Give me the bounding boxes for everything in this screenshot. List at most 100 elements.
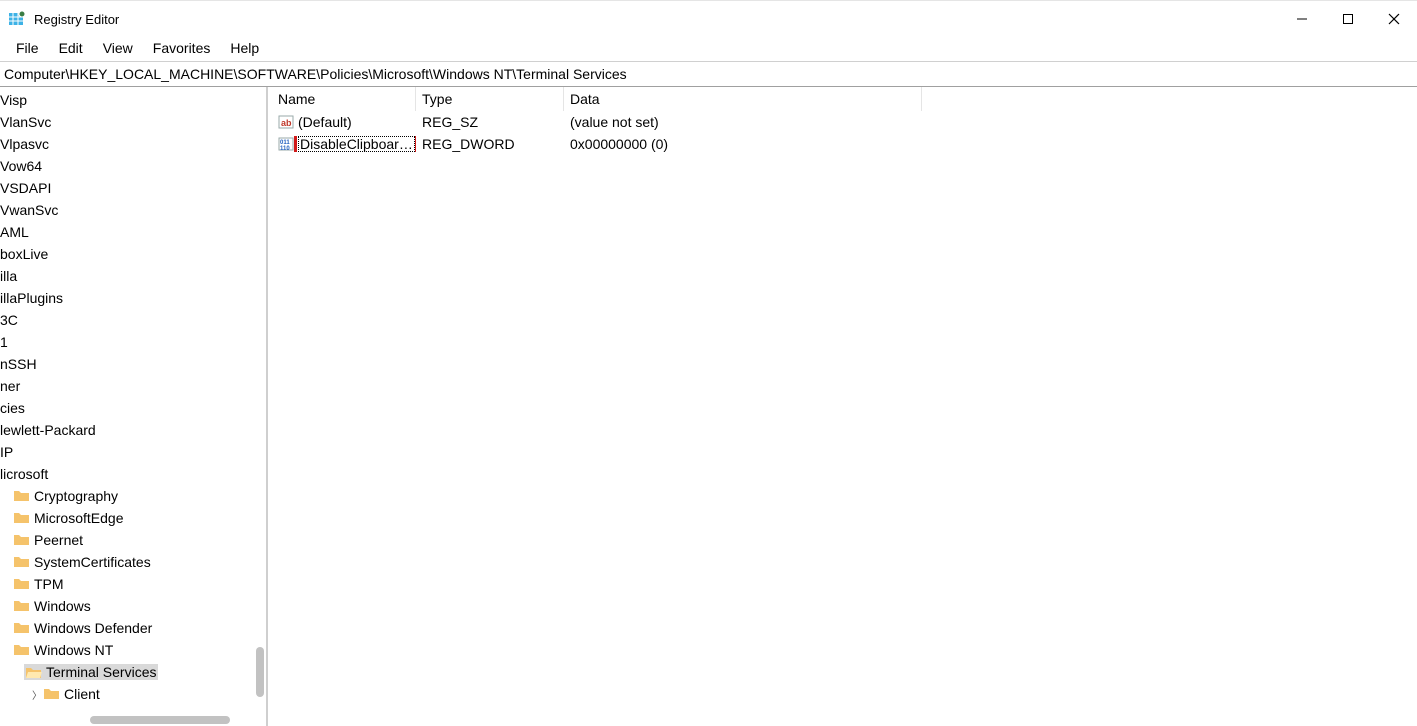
tree-item[interactable]: Visp [0,89,266,111]
tree-item[interactable]: VwanSvc [0,199,266,221]
registry-tree[interactable]: Visp VlanSvc Vlpasvc Vow64 VSDAPI VwanSvc AML b… [0,87,266,726]
tree-item[interactable]: illa [0,265,266,287]
tree-item-label: IP [0,444,13,460]
svg-text:110: 110 [280,146,290,152]
value-name: (Default) [298,114,352,130]
tree-horizontal-scrollbar[interactable] [90,716,230,724]
header-name[interactable]: Name [268,87,416,111]
folder-icon [14,555,30,569]
tree-item-label: illaPlugins [0,290,63,306]
tree-item-label: Windows NT [34,642,113,658]
value-type-icon: ab [278,114,294,130]
tree-item-label: ner [0,378,20,394]
tree-vertical-scrollbar[interactable] [256,647,264,697]
tree-item-label: Peernet [34,532,83,548]
tree-item[interactable]: IP [0,441,266,463]
app-icon [8,10,26,28]
tree-item-label: AML [0,224,29,240]
tree-item-label: boxLive [0,246,48,262]
tree-item[interactable]: Windows [0,595,266,617]
tree-item[interactable]: cies [0,397,266,419]
folder-icon [14,533,30,547]
tree-item[interactable]: lewlett-Packard [0,419,266,441]
tree-item-label: Terminal Services [46,664,156,680]
chevron-right-icon[interactable]: 〉 [30,687,44,702]
tree-item-label: nSSH [0,356,37,372]
tree-item[interactable]: licrosoft [0,463,266,485]
tree-item-label: MicrosoftEdge [34,510,123,526]
tree-item-label: Client [64,686,100,702]
address-bar[interactable]: Computer\HKEY_LOCAL_MACHINE\SOFTWARE\Pol… [0,61,1417,87]
tree-item-label: 1 [0,334,8,350]
menu-view[interactable]: View [93,38,143,58]
tree-item-label: TPM [34,576,64,592]
menu-bar: File Edit View Favorites Help [0,37,1417,61]
tree-item[interactable]: AML [0,221,266,243]
tree-item[interactable]: illaPlugins [0,287,266,309]
title-bar: Registry Editor [0,1,1417,37]
tree-item-label: Vow64 [0,158,42,174]
tree-item[interactable]: MicrosoftEdge [0,507,266,529]
list-row[interactable]: ab (Default) REG_SZ(value not set) [268,111,1417,133]
tree-item[interactable]: 3C [0,309,266,331]
window-title: Registry Editor [34,12,119,27]
tree-item[interactable]: Cryptography [0,485,266,507]
tree-item[interactable]: TPM [0,573,266,595]
tree-item-label: lewlett-Packard [0,422,96,438]
menu-edit[interactable]: Edit [49,38,93,58]
tree-item-label: VlanSvc [0,114,51,130]
tree-item[interactable]: Vlpasvc [0,133,266,155]
tree-item[interactable]: 1 [0,331,266,353]
tree-item[interactable]: VlanSvc [0,111,266,133]
tree-item-label: VSDAPI [0,180,51,196]
tree-item-label: Cryptography [34,488,118,504]
address-text: Computer\HKEY_LOCAL_MACHINE\SOFTWARE\Pol… [4,66,627,82]
value-name: DisableClipboar… [298,136,415,152]
value-data: (value not set) [564,114,922,130]
header-type[interactable]: Type [416,87,564,111]
tree-item[interactable]: VSDAPI [0,177,266,199]
tree-item[interactable]: Windows NT [0,639,266,661]
tree-panel: Visp VlanSvc Vlpasvc Vow64 VSDAPI VwanSvc AML b… [0,87,268,726]
list-header[interactable]: Name Type Data [268,87,1417,111]
tree-item-label: 3C [0,312,18,328]
tree-item[interactable]: Vow64 [0,155,266,177]
tree-item-label: Windows Defender [34,620,152,636]
tree-item[interactable]: boxLive [0,243,266,265]
svg-text:ab: ab [281,118,292,128]
tree-item-label: SystemCertificates [34,554,151,570]
minimize-button[interactable] [1279,1,1325,37]
tree-item[interactable]: SystemCertificates [0,551,266,573]
tree-item[interactable]: ner [0,375,266,397]
tree-item-label: licrosoft [0,466,48,482]
tree-item[interactable]: 〉 Client [0,683,266,705]
value-type-icon: 011110 [278,136,294,152]
tree-item-label: Visp [0,92,27,108]
tree-item-label: illa [0,268,17,284]
folder-icon [14,599,30,613]
maximize-button[interactable] [1325,1,1371,37]
tree-item-label: Windows [34,598,91,614]
tree-item-label: VwanSvc [0,202,58,218]
folder-icon [26,666,42,680]
menu-file[interactable]: File [6,38,49,58]
tree-item[interactable]: nSSH [0,353,266,375]
tree-item-label: Vlpasvc [0,136,49,152]
menu-help[interactable]: Help [220,38,269,58]
menu-favorites[interactable]: Favorites [143,38,221,58]
list-body: ab (Default) REG_SZ(value not set) 011110Di… [268,111,1417,155]
close-button[interactable] [1371,1,1417,37]
list-row[interactable]: 011110DisableClipboar…REG_DWORD0x0000000… [268,133,1417,155]
main-split: Visp VlanSvc Vlpasvc Vow64 VSDAPI VwanSvc AML b… [0,87,1417,726]
tree-item[interactable]: Terminal Services [0,661,266,683]
folder-icon [14,643,30,657]
value-type: REG_DWORD [416,136,564,152]
value-data: 0x00000000 (0) [564,136,922,152]
tree-item[interactable]: Peernet [0,529,266,551]
tree-item[interactable]: Windows Defender [0,617,266,639]
header-data[interactable]: Data [564,87,922,111]
folder-icon [14,621,30,635]
folder-icon [14,511,30,525]
value-type: REG_SZ [416,114,564,130]
folder-icon [14,489,30,503]
